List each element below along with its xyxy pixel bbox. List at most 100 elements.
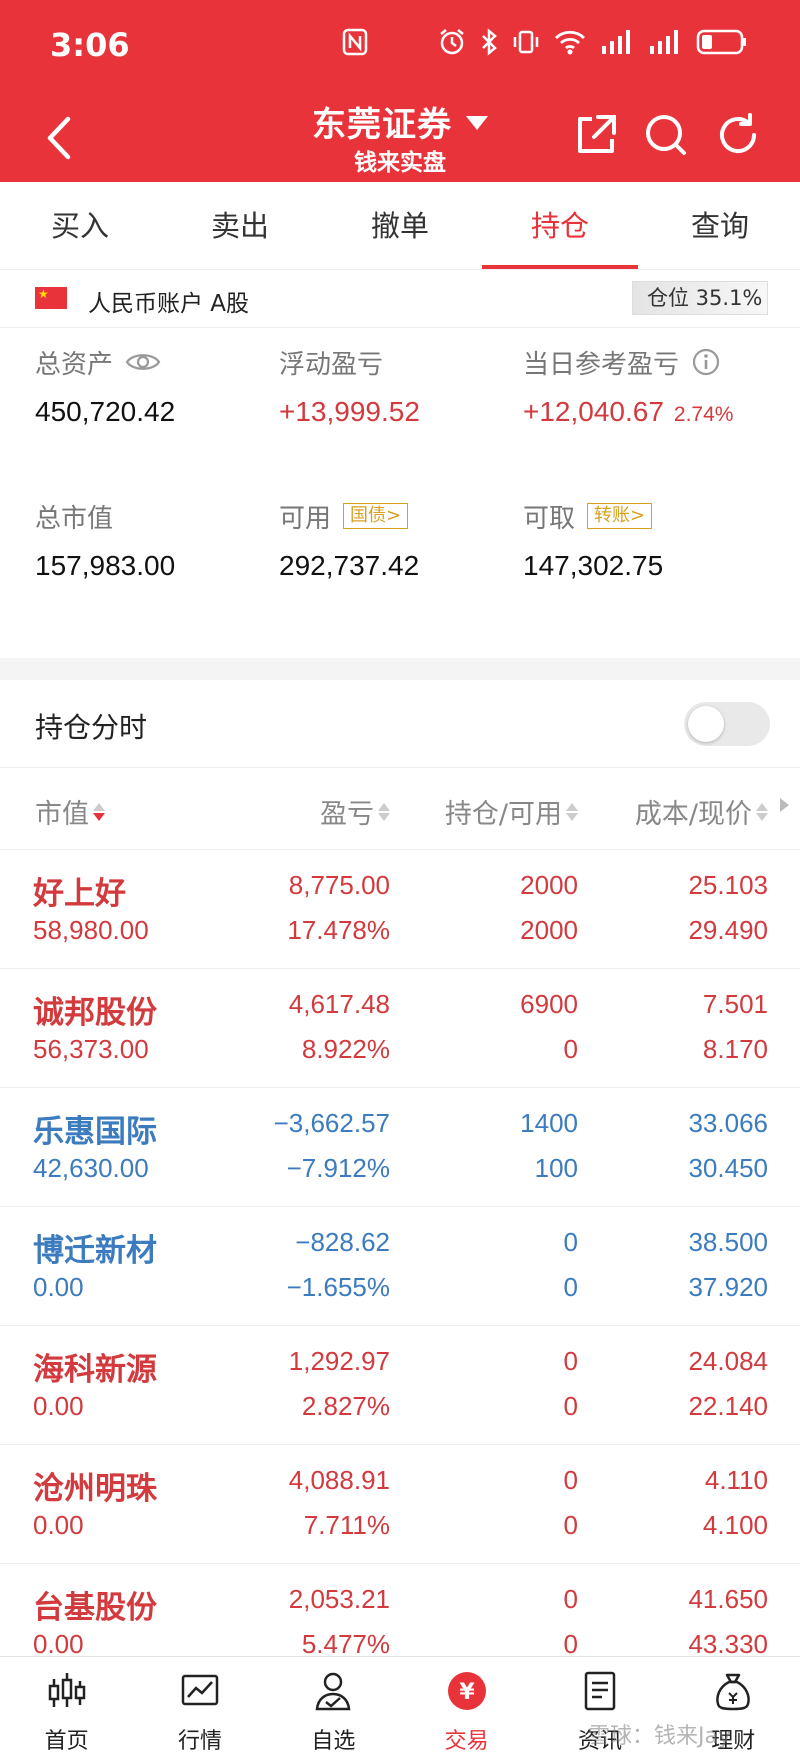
stock-pl-percent: 8.922%	[301, 1034, 390, 1064]
daily-pl-percent: 2.74%	[673, 403, 734, 426]
available-label: 可用	[279, 503, 332, 534]
stock-market-value: 42,630.00	[33, 1153, 149, 1183]
stock-available: 2000	[520, 915, 578, 945]
stock-cost: 41.650	[688, 1584, 768, 1614]
trade-tabs: 买入 卖出 撤单 持仓 查询	[0, 182, 800, 270]
position-row[interactable]: 乐惠国际 42,630.00 −3,662.57 −7.912% 1400 10…	[0, 1088, 800, 1207]
treasury-bond-button[interactable]: 国债>	[343, 503, 409, 529]
status-bar: 3:06	[0, 0, 800, 95]
nav-market[interactable]: 行情	[133, 1657, 266, 1758]
eye-icon[interactable]	[125, 350, 161, 374]
sort-holding[interactable]: 持仓/可用	[445, 792, 578, 831]
floating-pl-value: +13,999.52	[279, 396, 420, 427]
total-assets-cell: 总资产 450,720.42	[35, 344, 175, 428]
stock-name: 好上好	[33, 876, 126, 912]
watermark: 雪球：钱来Jay	[588, 1724, 731, 1749]
withdrawable-cell: 可取 转账> 147,302.75	[523, 498, 663, 582]
tab-buy[interactable]: 买入	[0, 182, 160, 269]
alarm-icon	[440, 29, 464, 55]
stock-market-value: 58,980.00	[33, 915, 149, 945]
stock-available: 0	[563, 1510, 578, 1540]
transfer-button[interactable]: 转账>	[587, 503, 653, 529]
timeshare-toggle[interactable]	[684, 702, 770, 746]
stock-price: 4.100	[702, 1510, 768, 1540]
stock-cost: 38.500	[688, 1227, 768, 1257]
withdrawable-value: 147,302.75	[523, 550, 664, 581]
refresh-icon[interactable]	[714, 111, 762, 159]
nav-home-label: 首页	[44, 1729, 89, 1754]
position-row[interactable]: 海科新源 0.00 1,292.97 2.827% 0 0 24.084 22.…	[0, 1326, 800, 1445]
status-icons	[342, 28, 748, 56]
app-header: 3:06 东莞证券 钱来实盘	[0, 0, 800, 182]
search-icon[interactable]	[642, 111, 690, 159]
stock-pl: 4,617.48	[288, 989, 390, 1019]
stock-holding: 0	[563, 1227, 578, 1257]
toggle-knob	[688, 706, 724, 742]
stock-market-value: 0.00	[33, 1510, 84, 1540]
stock-pl: 4,088.91	[288, 1465, 390, 1495]
total-assets-value: 450,720.42	[35, 396, 176, 427]
stock-market-value: 0.00	[33, 1272, 84, 1302]
sort-pl[interactable]: 盈亏	[320, 792, 390, 831]
nav-trade[interactable]: ¥ 交易	[400, 1657, 533, 1758]
money-bag-icon	[716, 1673, 751, 1711]
more-columns-arrow-icon[interactable]	[780, 798, 789, 812]
stock-name: 博迁新材	[33, 1233, 157, 1269]
stock-holding: 1400	[520, 1108, 578, 1138]
stock-name: 台基股份	[33, 1590, 157, 1626]
nav-watchlist[interactable]: 自选	[267, 1657, 400, 1758]
header-cost: 成本/现价	[634, 799, 752, 830]
stock-price: 37.920	[688, 1272, 768, 1302]
stock-pl-percent: 2.827%	[301, 1391, 390, 1421]
position-ratio-badge: 仓位 35.1%	[632, 281, 768, 315]
stock-pl: 2,053.21	[288, 1584, 390, 1614]
tab-positions[interactable]: 持仓	[480, 182, 640, 269]
sort-market-value[interactable]: 市值	[35, 792, 105, 831]
tab-cancel-order[interactable]: 撤单	[320, 182, 480, 269]
position-row[interactable]: 好上好 58,980.00 8,775.00 17.478% 2000 2000…	[0, 850, 800, 969]
stock-price: 22.140	[688, 1391, 768, 1421]
nav-bar: 东莞证券 钱来实盘	[0, 95, 800, 182]
bluetooth-icon	[482, 28, 497, 56]
position-row[interactable]: 博迁新材 0.00 −828.62 −1.655% 0 0 38.500 37.…	[0, 1207, 800, 1326]
sort-icon	[378, 802, 390, 821]
stock-cost: 25.103	[688, 870, 768, 900]
broker-title: 东莞证券	[312, 105, 452, 145]
available-value: 292,737.42	[279, 550, 420, 581]
daily-pl-label: 当日参考盈亏	[523, 349, 680, 380]
total-assets-label: 总资产	[35, 349, 114, 380]
nav-home[interactable]: 首页	[0, 1657, 133, 1758]
stock-market-value: 0.00	[33, 1391, 84, 1421]
tab-sell[interactable]: 卖出	[160, 182, 320, 269]
signal-icon	[602, 30, 630, 54]
tab-query[interactable]: 查询	[640, 182, 800, 269]
header-holding: 持仓/可用	[444, 799, 562, 830]
china-flag-icon: ★	[35, 287, 67, 309]
signal-icon-2	[650, 30, 678, 54]
stock-pl-percent: 7.711%	[303, 1510, 390, 1540]
battery-icon	[696, 29, 746, 55]
position-row[interactable]: 沧州明珠 0.00 4,088.91 7.711% 0 0 4.110 4.10…	[0, 1445, 800, 1564]
stock-pl-percent: −1.655%	[286, 1272, 390, 1302]
header-pl: 盈亏	[320, 799, 374, 830]
info-icon[interactable]	[691, 347, 721, 377]
sort-cost[interactable]: 成本/现价	[635, 792, 768, 831]
daily-pl-value: +12,040.67	[523, 396, 664, 427]
stock-name: 乐惠国际	[33, 1114, 157, 1150]
sort-icon	[566, 802, 578, 821]
stock-pl: 1,292.97	[288, 1346, 390, 1376]
timeshare-row: 持仓分时	[0, 680, 800, 768]
sort-desc-icon	[93, 802, 105, 821]
market-value-label: 总市值	[35, 503, 114, 534]
nav-trade-label: 交易	[444, 1729, 489, 1754]
position-row[interactable]: 诚邦股份 56,373.00 4,617.48 8.922% 6900 0 7.…	[0, 969, 800, 1088]
withdrawable-label-row: 可取 转账>	[523, 498, 663, 534]
stock-pl-percent: −7.912%	[286, 1153, 390, 1183]
nfc-icon	[342, 28, 368, 56]
daily-pl-value-row: +12,040.67 2.74%	[523, 396, 733, 428]
stock-available: 0	[563, 1272, 578, 1302]
stock-holding: 0	[563, 1346, 578, 1376]
withdrawable-label: 可取	[523, 503, 576, 534]
share-icon[interactable]	[572, 111, 620, 159]
market-value-cell: 总市值 157,983.00	[35, 498, 175, 582]
